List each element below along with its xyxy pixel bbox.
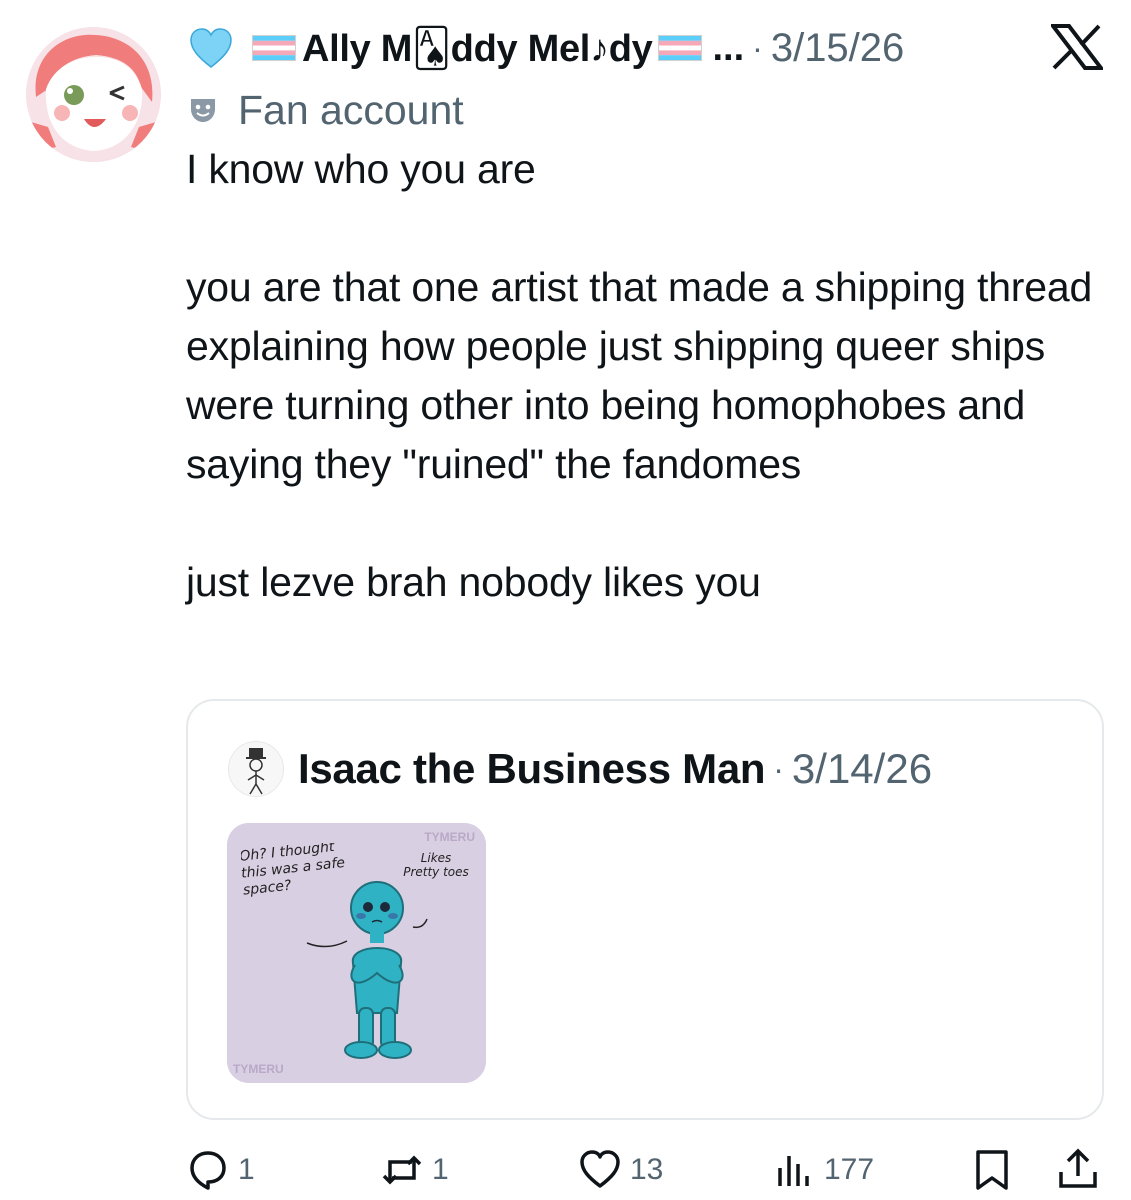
- blue-heart-icon: [190, 28, 232, 68]
- bookmark-icon: [976, 1150, 1008, 1190]
- bookmark-button[interactable]: [970, 1145, 1014, 1195]
- name-truncation: ...: [712, 26, 745, 69]
- trans-flag-icon: [252, 35, 296, 61]
- quoted-tweet-header: Isaac the Business Man · 3/14/26: [298, 741, 932, 797]
- reply-icon: [190, 1151, 226, 1190]
- repost-icon: [382, 1155, 422, 1185]
- quoted-tweet-date[interactable]: 3/14/26: [792, 745, 932, 793]
- separator-dot: ·: [773, 750, 784, 787]
- repost-count: 1: [432, 1153, 449, 1186]
- theater-mask-icon: [191, 99, 215, 122]
- account-label: Fan account: [188, 82, 464, 138]
- views-button[interactable]: 177: [772, 1145, 874, 1195]
- views-icon: [778, 1156, 809, 1186]
- separator-dot: ·: [752, 29, 763, 66]
- tweet-text: I know who you are you are that one arti…: [186, 146, 1093, 605]
- like-button[interactable]: 13: [578, 1145, 663, 1195]
- reply-count: 1: [238, 1153, 255, 1186]
- tweet-action-bar: 1 1 13 177: [186, 1145, 1106, 1195]
- quoted-tweet-card[interactable]: Isaac the Business Man · 3/14/26 TYMERU …: [186, 699, 1104, 1120]
- trans-flag-icon: [658, 35, 703, 61]
- fan-account-label: Fan account: [238, 86, 464, 133]
- share-icon: [1059, 1148, 1097, 1188]
- image-speech-text: Oh? I thought this was a safe space?: [241, 843, 346, 899]
- reply-button[interactable]: 1: [186, 1145, 255, 1195]
- tweet-header: Ally M🂡ddy Mel♪dy ... · 3/15/26: [188, 18, 1108, 78]
- repost-button[interactable]: 1: [380, 1145, 449, 1195]
- like-count: 13: [630, 1153, 664, 1186]
- like-icon: [580, 1150, 620, 1188]
- quoted-tweet-image[interactable]: TYMERU TYMERU Oh? I thought this was a s…: [227, 823, 486, 1083]
- tweet-date[interactable]: 3/15/26: [771, 26, 904, 71]
- image-watermark: TYMERU: [424, 830, 475, 844]
- quoted-author-avatar[interactable]: [228, 741, 284, 797]
- author-avatar[interactable]: [26, 27, 161, 162]
- author-display-name[interactable]: Ally M🂡ddy Mel♪dy: [302, 26, 653, 71]
- views-count: 177: [824, 1153, 875, 1186]
- image-side-text: Likes Pretty toes: [403, 851, 469, 879]
- share-button[interactable]: [1056, 1145, 1100, 1195]
- x-logo-icon[interactable]: [1051, 24, 1103, 70]
- image-watermark: TYMERU: [233, 1062, 284, 1076]
- quoted-author-name[interactable]: Isaac the Business Man: [298, 745, 766, 793]
